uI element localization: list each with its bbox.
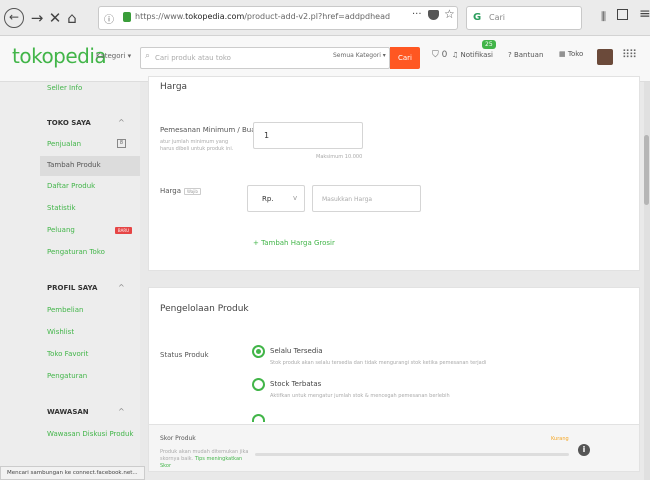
apps-grid-icon[interactable]: ⠿⠿: [622, 48, 637, 61]
sidebar-section-wawasan[interactable]: WAWASAN: [47, 408, 89, 416]
pemesanan-minimum-input[interactable]: 1: [253, 122, 363, 149]
bell-icon: ♫: [452, 51, 459, 59]
chevron-down-icon: v: [293, 194, 298, 202]
chevron-up-icon[interactable]: ^: [118, 118, 125, 127]
url-bar[interactable]: ⓘ https://www.tokopedia.com/product-add-…: [98, 6, 458, 30]
back-button[interactable]: ←: [4, 8, 24, 28]
penjualan-count: 8: [117, 139, 126, 148]
cart-button[interactable]: ⛉ 0: [432, 50, 447, 60]
tokopedia-logo[interactable]: tokopedia: [12, 44, 107, 68]
skor-produk-bar: Skor Produk Produk akan mudah ditemukan …: [148, 424, 640, 472]
library-icon[interactable]: ⫼: [601, 10, 606, 24]
bantuan-button[interactable]: ? Bantuan: [508, 51, 543, 59]
kategori-dropdown[interactable]: Kategori ▾: [96, 52, 131, 60]
sidebar-item-seller-info[interactable]: Seller Info: [47, 84, 82, 92]
store-icon: ▦: [559, 50, 566, 58]
lock-icon: [123, 12, 131, 22]
sidebar-item-toko-favorit[interactable]: Toko Favorit: [47, 350, 88, 358]
harga-panel: Harga Pemesanan Minimum / Buah atur juml…: [148, 76, 640, 271]
new-badge: BARU: [115, 227, 132, 234]
browser-toolbar: ← → ✕ ⌂ ⓘ https://www.tokopedia.com/prod…: [0, 0, 650, 36]
notifikasi-button[interactable]: ♫ Notifikasi: [452, 51, 493, 59]
harga-input[interactable]: Masukkan Harga: [312, 185, 421, 212]
sidebar-item-pengaturan[interactable]: Pengaturan: [47, 372, 87, 380]
panel-title: Harga: [160, 82, 188, 92]
pemesanan-help-text: atur jumlah minimum yang harus dibeli un…: [160, 139, 234, 152]
maksimum-hint: Maksimum 10.000: [316, 154, 363, 160]
sidebar-item-penjualan[interactable]: Penjualan: [47, 140, 81, 148]
sidebar-item-peluang[interactable]: Peluang: [47, 226, 75, 234]
cart-icon: ⛉: [432, 50, 439, 60]
search-engine-icon: G: [473, 12, 482, 23]
help-icon: ?: [508, 51, 512, 59]
avatar[interactable]: [597, 49, 613, 65]
pemesanan-minimum-label: Pemesanan Minimum / Buah: [160, 126, 260, 134]
radio-stock-terbatas[interactable]: [252, 378, 265, 391]
sidebar-section-toko-saya[interactable]: TOKO SAYA: [47, 119, 91, 127]
harga-label: Harga: [160, 187, 182, 195]
chevron-up-icon[interactable]: ^: [118, 407, 125, 416]
radio-description: Stok produk akan selalu tersedia dan tid…: [270, 360, 487, 366]
radio-selalu-tersedia[interactable]: [252, 345, 265, 358]
category-select[interactable]: Semua Kategori ▾: [333, 52, 386, 59]
star-icon[interactable]: ☆: [444, 7, 455, 21]
radio-label: Stock Terbatas: [270, 380, 322, 388]
page-actions-menu[interactable]: ···: [412, 9, 422, 20]
sidebar-item-pembelian[interactable]: Pembelian: [47, 306, 83, 314]
search-icon: ⌕: [145, 51, 151, 61]
radio-label: Selalu Tersedia: [270, 347, 323, 355]
panel-title: Pengelolaan Produk: [160, 304, 249, 314]
sidebar-item-wawasan-diskusi[interactable]: Wawasan Diskusi Produk: [47, 430, 134, 438]
chevron-up-icon[interactable]: ^: [118, 283, 125, 292]
skor-help-text: Produk akan mudah ditemukan jika skornya…: [160, 449, 249, 469]
browser-status-bar: Mencari sambungan ke connect.facebook.ne…: [0, 466, 145, 480]
radio-option-partial[interactable]: [252, 414, 265, 422]
sidebar-item-wishlist[interactable]: Wishlist: [47, 328, 74, 336]
notification-badge: 25: [482, 40, 496, 49]
tambah-harga-grosir-link[interactable]: + Tambah Harga Grosir: [253, 239, 335, 247]
scrollbar-thumb[interactable]: [644, 135, 649, 205]
pengelolaan-produk-panel: Pengelolaan Produk Status Produk Selalu …: [148, 287, 640, 432]
radio-description: Aktifkan untuk mengatur jumlah stok & me…: [270, 393, 450, 399]
skor-produk-title: Skor Produk: [160, 435, 196, 442]
skor-status: Kurang: [551, 436, 569, 442]
site-info-icon[interactable]: ⓘ: [104, 11, 114, 26]
forward-button[interactable]: →: [27, 8, 47, 28]
sidebar-item-statistik[interactable]: Statistik: [47, 204, 76, 212]
sidebar-section-profil-saya[interactable]: PROFIL SAYA: [47, 284, 97, 292]
status-produk-label: Status Produk: [160, 351, 209, 359]
url-text: https://www.tokopedia.com/product-add-v2…: [135, 12, 391, 21]
search-button[interactable]: Cari: [390, 47, 420, 69]
home-button[interactable]: ⌂: [62, 8, 82, 28]
wajib-badge: Wajib: [184, 188, 201, 195]
currency-select[interactable]: Rp. v: [247, 185, 305, 212]
toko-button[interactable]: ▦ Toko: [559, 50, 583, 58]
sidebar-item-pengaturan-toko[interactable]: Pengaturan Toko: [47, 248, 105, 256]
sidebar-item-label: Tambah Produk: [47, 161, 101, 169]
info-icon[interactable]: i: [578, 444, 590, 456]
sidebar-icon[interactable]: [617, 9, 628, 20]
browser-search-input[interactable]: G Cari: [466, 6, 582, 30]
sidebar-item-daftar-produk[interactable]: Daftar Produk: [47, 182, 95, 190]
skor-progress-bar: [255, 453, 569, 456]
sidebar: Seller Info TOKO SAYA ^ Penjualan 8 Tamb…: [0, 82, 140, 480]
hamburger-icon[interactable]: ≡: [639, 6, 650, 22]
